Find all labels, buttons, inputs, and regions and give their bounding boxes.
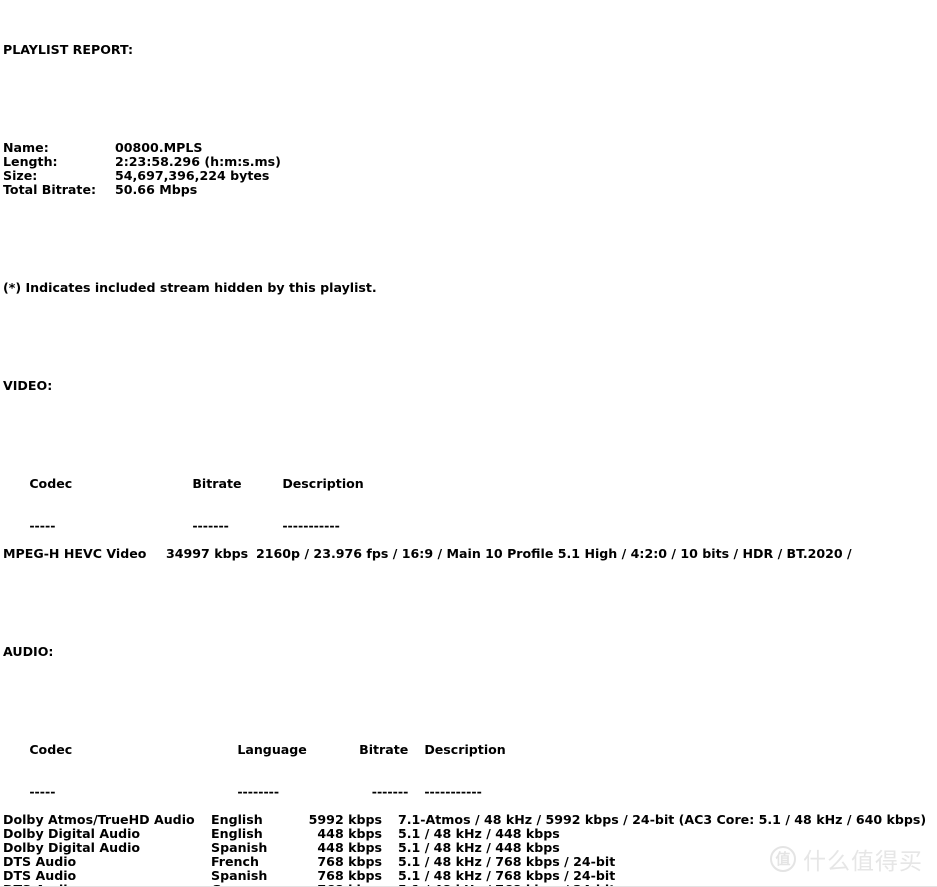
audio-cell-bitrate: 448 kbps xyxy=(317,840,382,855)
video-column-headers: Codec Bitrate Description xyxy=(3,463,937,491)
report-info-row: Name: 00800.MPLS xyxy=(3,141,937,155)
video-stream-row: MPEG-H HEVC Video 34997 kbps 2160p / 23.97… xyxy=(3,547,937,561)
audio-header-description: Description xyxy=(424,742,506,757)
report-info-label: Length: xyxy=(3,154,58,169)
audio-column-headers: Codec Language Bitrate Description xyxy=(3,729,937,757)
report-info-row: Total Bitrate: 50.66 Mbps xyxy=(3,183,937,197)
audio-cell-bitrate: 768 kbps xyxy=(317,868,382,883)
audio-cell-bitrate: 448 kbps xyxy=(317,826,382,841)
report-info-row: Length: 2:23:58.296 (h:m:s.ms) xyxy=(3,155,937,169)
report-info-label: Name: xyxy=(3,140,49,155)
audio-rule-bitrate: ------- xyxy=(371,784,409,799)
video-header-bitrate: Bitrate xyxy=(192,476,242,491)
playlist-report-document: PLAYLIST REPORT: Name: 00800.MPLS Length: 2… xyxy=(0,0,937,887)
audio-cell-language: German xyxy=(211,883,289,887)
report-title: PLAYLIST REPORT: xyxy=(3,42,133,57)
audio-cell-bitrate: 768 kbps xyxy=(289,883,390,887)
audio-rule-description: ----------- xyxy=(424,784,482,799)
report-info-row: Size: 54,697,396,224 bytes xyxy=(3,169,937,183)
video-rule-codec: ----- xyxy=(29,518,56,533)
report-info-value: 2:23:58.296 (h:m:s.ms) xyxy=(115,154,281,169)
audio-cell-description: 5.1 / 48 kHz / 768 kbps / 24-bit xyxy=(398,868,616,883)
audio-cell-codec: Dolby Atmos/TrueHD Audio xyxy=(3,812,195,827)
audio-stream-row: DTS Audio French 768 kbps 5.1 / 48 kHz / 76… xyxy=(3,855,937,869)
video-rule-bitrate: ------- xyxy=(192,518,229,533)
audio-cell-description: 7.1-Atmos / 48 kHz / 5992 kbps / 24-bit … xyxy=(398,812,927,827)
video-header-rule: ----- ------- ----------- xyxy=(3,505,937,533)
audio-header-rule: ----- -------- ------- ----------- xyxy=(3,771,937,799)
audio-cell-description: 5.1 / 48 kHz / 768 kbps / 24-bit xyxy=(398,854,616,869)
audio-cell-language: English xyxy=(211,812,263,827)
audio-stream-row: Dolby Digital Audio Spanish 448 kbps 5.1 / … xyxy=(3,841,937,855)
report-info-value: 00800.MPLS xyxy=(115,140,203,155)
audio-stream-row: DTS AudioGerman768 kbps5.1 / 48 kHz / 76… xyxy=(3,883,937,887)
audio-cell-language: French xyxy=(211,854,259,869)
audio-rule-codec: ----- xyxy=(29,784,56,799)
report-info-label: Total Bitrate: xyxy=(3,182,97,197)
audio-cell-description: 5.1 / 48 kHz / 448 kbps xyxy=(398,840,560,855)
audio-cell-language: English xyxy=(211,826,263,841)
video-header-description: Description xyxy=(282,476,364,491)
video-cell-codec: MPEG-H HEVC Video xyxy=(3,546,147,561)
audio-stream-list: Dolby Atmos/TrueHD Audio English 5992 kbps… xyxy=(3,813,937,887)
video-rule-description: ----------- xyxy=(282,518,340,533)
audio-cell-codec: DTS Audio xyxy=(3,854,77,869)
report-info-value: 50.66 Mbps xyxy=(115,182,198,197)
audio-section-heading: AUDIO: xyxy=(3,644,54,659)
audio-cell-language: Spanish xyxy=(211,868,268,883)
hidden-stream-note: (*) Indicates included stream hidden by … xyxy=(3,280,377,295)
video-header-codec: Codec xyxy=(29,476,73,491)
audio-cell-codec: Dolby Digital Audio xyxy=(3,840,141,855)
audio-cell-codec: DTS Audio xyxy=(3,868,77,883)
audio-cell-codec: DTS Audio xyxy=(3,883,211,887)
report-info-block: Name: 00800.MPLS Length: 2:23:58.296 (h:m:s… xyxy=(3,141,937,197)
report-body: PLAYLIST REPORT: Name: 00800.MPLS Length: 2… xyxy=(3,1,937,887)
video-cell-description: 2160p / 23.976 fps / 16:9 / Main 10 Prof… xyxy=(256,546,852,561)
video-cell-bitrate: 34997 kbps xyxy=(166,546,249,561)
audio-stream-row: Dolby Digital Audio English 448 kbps 5.1 / … xyxy=(3,827,937,841)
audio-cell-bitrate: 768 kbps xyxy=(317,854,382,869)
report-info-value: 54,697,396,224 bytes xyxy=(115,168,270,183)
video-stream-list: MPEG-H HEVC Video 34997 kbps 2160p / 23.97… xyxy=(3,547,937,561)
audio-stream-row: DTS Audio Spanish 768 kbps 5.1 / 48 kHz / 7… xyxy=(3,869,937,883)
audio-header-bitrate: Bitrate xyxy=(359,742,409,757)
audio-rule-language: -------- xyxy=(237,784,280,799)
audio-stream-row: Dolby Atmos/TrueHD Audio English 5992 kbps… xyxy=(3,813,937,827)
audio-header-language: Language xyxy=(237,742,307,757)
audio-header-codec: Codec xyxy=(29,742,73,757)
report-info-label: Size: xyxy=(3,168,38,183)
video-section-heading: VIDEO: xyxy=(3,378,53,393)
audio-cell-description: 5.1 / 48 kHz / 768 kbps / 24-bit xyxy=(390,883,615,887)
audio-cell-bitrate: 5992 kbps xyxy=(308,812,382,827)
audio-cell-description: 5.1 / 48 kHz / 448 kbps xyxy=(398,826,560,841)
audio-cell-codec: Dolby Digital Audio xyxy=(3,826,141,841)
audio-cell-language: Spanish xyxy=(211,840,268,855)
